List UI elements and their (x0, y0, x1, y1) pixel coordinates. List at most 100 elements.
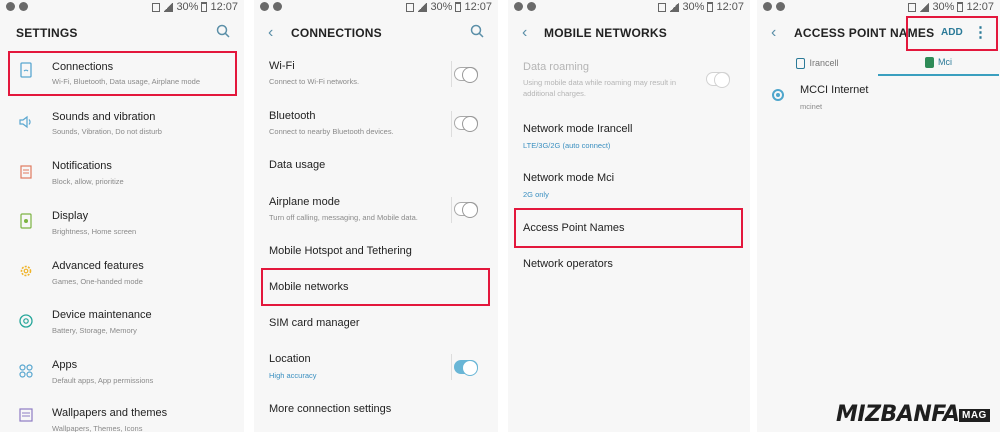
sim-card-icon (796, 57, 806, 69)
battery-icon (201, 2, 208, 12)
clock: 12:07 (966, 1, 994, 13)
connections-item-hotspot[interactable]: Mobile Hotspot and Tethering (254, 236, 498, 268)
settings-item-advanced[interactable]: Advanced features Games, One-handed mode (0, 252, 244, 300)
settings-item-notifications[interactable]: Notifications Block, allow, prioritize (0, 152, 244, 200)
settings-item-wallpapers[interactable]: Wallpapers and themes Wallpapers, Themes… (0, 402, 244, 432)
back-arrow-icon[interactable]: ‹ (522, 24, 527, 42)
connections-item-bluetooth[interactable]: Bluetooth Connect to nearby Bluetooth de… (254, 102, 498, 148)
settings-item-sounds[interactable]: Sounds and vibration Sounds, Vibration, … (0, 102, 244, 150)
apps-icon (19, 364, 33, 378)
bluetooth-toggle[interactable] (454, 116, 478, 132)
clock: 12:07 (210, 1, 238, 13)
wallpaper-icon (19, 408, 33, 422)
connections-item-wifi[interactable]: Wi-Fi Connect to Wi-Fi networks. (254, 52, 498, 98)
maintenance-icon (19, 314, 33, 328)
item-title: Wallpapers and themes (52, 407, 168, 419)
item-title: Network mode Irancell (523, 123, 633, 135)
signal-icon (919, 2, 930, 12)
highlight-connections (8, 51, 237, 96)
battery-percent: 30% (932, 1, 955, 13)
tab-label: Mci (938, 57, 952, 67)
notification-icon (260, 2, 269, 11)
item-subtitle: Battery, Storage, Memory (52, 326, 137, 335)
item-title: Airplane mode (269, 196, 340, 208)
apn-radio-selected[interactable] (772, 89, 784, 101)
status-bar: 30% 12:07 (508, 0, 750, 16)
back-arrow-icon[interactable]: ‹ (771, 24, 776, 42)
mobile-networks-screen: 30% 12:07 ‹ MOBILE NETWORKS Data roaming… (508, 0, 750, 432)
apn-screen: 30% 12:07 ‹ ACCESS POINT NAMES ADD ⋮ Ira… (757, 0, 1000, 432)
tab-mci[interactable]: Mci (878, 50, 999, 76)
battery-percent: 30% (176, 1, 199, 13)
data-roaming-toggle[interactable] (706, 72, 730, 88)
airplane-toggle[interactable] (454, 202, 478, 218)
sim-tabs: Irancell Mci (757, 50, 1000, 76)
apn-entry-name: MCCI Internet (800, 84, 869, 96)
item-subtitle: Using mobile data while roaming may resu… (523, 78, 676, 87)
apn-entry-apn: mcinet (800, 102, 823, 111)
sim-icon (658, 2, 667, 12)
settings-item-apps[interactable]: Apps Default apps, App permissions (0, 352, 244, 400)
item-title: Advanced features (52, 260, 144, 272)
item-title: Data usage (269, 159, 326, 171)
settings-header: SETTINGS (0, 18, 244, 48)
item-subtitle: 2G only (523, 190, 549, 199)
notification-icon (273, 2, 282, 11)
item-title: Display (52, 210, 89, 222)
item-subtitle: Brightness, Home screen (52, 227, 137, 236)
search-icon[interactable] (470, 24, 484, 38)
item-title: Wi-Fi (269, 60, 295, 72)
item-title: Notifications (52, 160, 112, 172)
speaker-icon (19, 115, 31, 129)
connections-header: ‹ CONNECTIONS (254, 18, 498, 48)
connections-item-airplane[interactable]: Airplane mode Turn off calling, messagin… (254, 188, 498, 234)
mobile-networks-item-mode-mci[interactable]: Network mode Mci 2G only (508, 164, 750, 210)
mobile-networks-item-operators[interactable]: Network operators (508, 250, 750, 280)
notification-icon (527, 2, 536, 11)
status-bar: 30% 12:07 (757, 0, 1000, 16)
notification-icon (19, 2, 28, 11)
item-title: Data roaming (523, 61, 590, 73)
connections-item-sim-manager[interactable]: SIM card manager (254, 308, 498, 340)
signal-icon (163, 2, 174, 12)
item-subtitle: Wallpapers, Themes, Icons (52, 424, 143, 432)
connections-item-more-settings[interactable]: More connection settings (254, 396, 498, 426)
notification-icon (776, 2, 785, 11)
item-subtitle: Sounds, Vibration, Do not disturb (52, 127, 162, 136)
connections-item-data-usage[interactable]: Data usage (254, 150, 498, 182)
clock: 12:07 (716, 1, 744, 13)
settings-item-display[interactable]: Display Brightness, Home screen (0, 202, 244, 250)
item-subtitle: High accuracy (269, 371, 317, 380)
divider (451, 197, 452, 223)
item-title: Apps (52, 359, 78, 371)
brand-tag: MAG (959, 409, 990, 422)
location-toggle[interactable] (454, 360, 478, 376)
item-title: More connection settings (269, 403, 392, 415)
settings-item-maintenance[interactable]: Device maintenance Battery, Storage, Mem… (0, 302, 244, 350)
apn-entry[interactable]: MCCI Internet mcinet (757, 78, 1000, 118)
page-title: CONNECTIONS (291, 26, 382, 40)
page-title: SETTINGS (16, 26, 78, 40)
back-arrow-icon[interactable]: ‹ (268, 24, 273, 42)
highlight-apn (514, 208, 743, 248)
notifications-icon (20, 165, 32, 179)
mobile-networks-item-data-roaming[interactable]: Data roaming Using mobile data while roa… (508, 52, 750, 106)
battery-icon (957, 2, 964, 12)
highlight-mobile-networks (261, 268, 490, 306)
connections-item-location[interactable]: Location High accuracy (254, 346, 498, 392)
wifi-toggle[interactable] (454, 67, 478, 83)
battery-percent: 30% (430, 1, 453, 13)
item-title: Mobile Hotspot and Tethering (269, 245, 412, 257)
tab-irancell[interactable]: Irancell (757, 50, 878, 76)
sim-icon (406, 2, 415, 12)
signal-icon (669, 2, 680, 12)
sim-icon (152, 2, 161, 12)
notification-icon (514, 2, 523, 11)
item-subtitle: additional charges. (523, 89, 586, 98)
item-title: Bluetooth (269, 110, 316, 122)
item-subtitle: Block, allow, prioritize (52, 177, 124, 186)
divider (451, 354, 452, 380)
battery-icon (707, 2, 714, 12)
mobile-networks-item-mode-irancell[interactable]: Network mode Irancell LTE/3G/2G (auto co… (508, 114, 750, 160)
search-icon[interactable] (216, 24, 230, 38)
